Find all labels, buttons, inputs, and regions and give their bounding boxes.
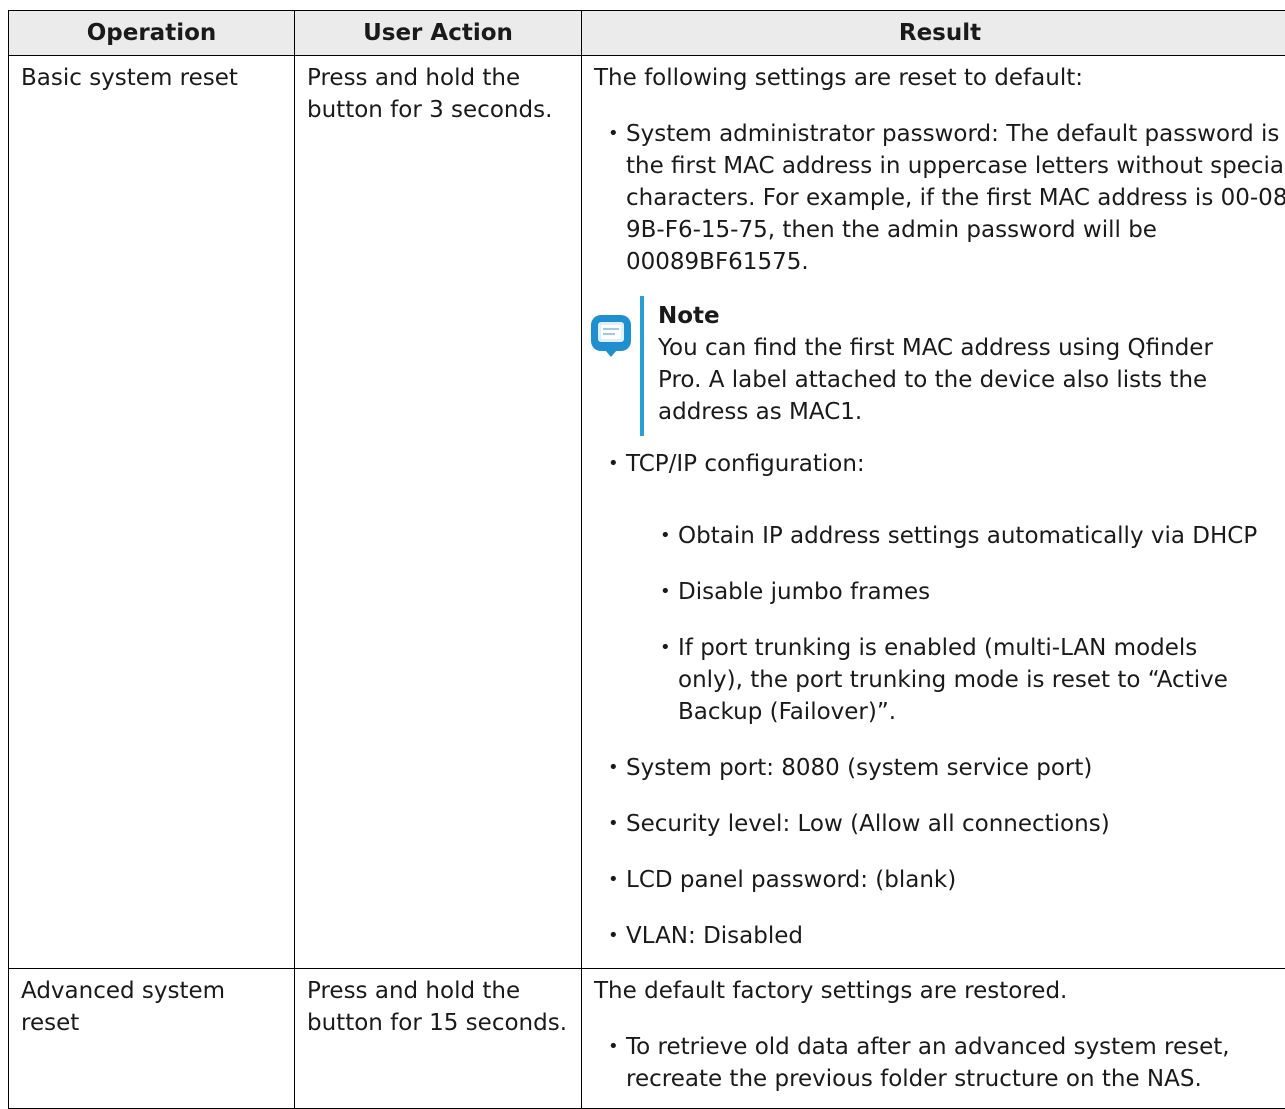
bullet-icon: • <box>608 453 619 474</box>
list-item-text: System administrator password: The defau… <box>626 121 1285 275</box>
result-bullet-list: • TCP/IP configuration: • Obtain IP addr… <box>594 448 1285 952</box>
list-item: • LCD panel password: (blank) <box>594 864 1285 896</box>
bullet-icon: • <box>608 813 619 834</box>
header-operation: Operation <box>8 10 295 56</box>
sub-list-item: • Obtain IP address settings automatical… <box>646 520 1285 552</box>
note-title: Note <box>658 303 720 329</box>
operation-cell: Advanced system reset <box>8 968 295 1109</box>
bullet-icon: • <box>608 1036 619 1057</box>
sub-bullet-list: • Obtain IP address settings automatical… <box>646 520 1285 728</box>
list-item-text: LCD panel password: (blank) <box>626 867 957 893</box>
operation-text: Advanced system reset <box>21 978 226 1036</box>
header-row: Operation User Action Result <box>8 10 1285 56</box>
list-item-text: TCP/IP configuration: <box>626 451 865 477</box>
note-accent-bar <box>640 296 644 436</box>
result-cell: The following settings are reset to defa… <box>581 55 1285 969</box>
list-item-text: To retrieve old data after an advanced s… <box>626 1034 1230 1092</box>
list-item: • VLAN: Disabled <box>594 920 1285 952</box>
list-item: • System port: 8080 (system service port… <box>594 752 1285 784</box>
user-action-text: Press and hold the button for 15 seconds… <box>307 978 568 1036</box>
list-item-text: System port: 8080 (system service port) <box>626 755 1093 781</box>
note-text: You can find the first MAC address using… <box>658 335 1213 425</box>
list-item-text: VLAN: Disabled <box>626 923 803 949</box>
bullet-icon: • <box>608 757 619 778</box>
result-intro: The following settings are reset to defa… <box>594 65 1083 91</box>
bullet-icon: • <box>660 525 671 546</box>
result-intro: The default factory settings are restore… <box>594 978 1068 1004</box>
result-cell: The default factory settings are restore… <box>581 968 1285 1109</box>
operation-text: Basic system reset <box>21 65 238 91</box>
user-action-cell: Press and hold the button for 15 seconds… <box>294 968 582 1109</box>
header-user-action: User Action <box>294 10 582 56</box>
list-item: • To retrieve old data after an advanced… <box>594 1031 1285 1095</box>
result-bullet-list: • System administrator password: The def… <box>594 118 1285 278</box>
list-item: • System administrator password: The def… <box>594 118 1285 278</box>
sub-list-item-text: Obtain IP address settings automatically… <box>678 523 1258 549</box>
list-item-text: Security level: Low (Allow all connectio… <box>626 811 1110 837</box>
bullet-icon: • <box>608 123 619 144</box>
sub-list-item: • If port trunking is enabled (multi-LAN… <box>646 632 1285 728</box>
user-action-text: Press and hold the button for 3 seconds. <box>307 65 553 123</box>
list-item: • TCP/IP configuration: • Obtain IP addr… <box>594 448 1285 728</box>
note-icon <box>591 315 631 357</box>
bullet-icon: • <box>660 581 671 602</box>
table-row: Basic system reset Press and hold the bu… <box>8 55 1285 969</box>
operation-cell: Basic system reset <box>8 55 295 969</box>
bullet-icon: • <box>660 637 671 658</box>
bullet-icon: • <box>608 869 619 890</box>
result-bullet-list: • To retrieve old data after an advanced… <box>594 1031 1285 1095</box>
sub-list-item-text: Disable jumbo frames <box>678 579 931 605</box>
reset-table: Operation User Action Result Basic syste… <box>8 10 1285 1109</box>
sub-list-item: • Disable jumbo frames <box>646 576 1285 608</box>
table-row: Advanced system reset Press and hold the… <box>8 968 1285 1109</box>
bullet-icon: • <box>608 925 619 946</box>
sub-list-item-text: If port trunking is enabled (multi-LAN m… <box>678 635 1228 725</box>
header-result: Result <box>581 10 1285 56</box>
list-item: • Security level: Low (Allow all connect… <box>594 808 1285 840</box>
user-action-cell: Press and hold the button for 3 seconds. <box>294 55 582 969</box>
note-callout: Note You can find the first MAC address … <box>591 296 1285 436</box>
